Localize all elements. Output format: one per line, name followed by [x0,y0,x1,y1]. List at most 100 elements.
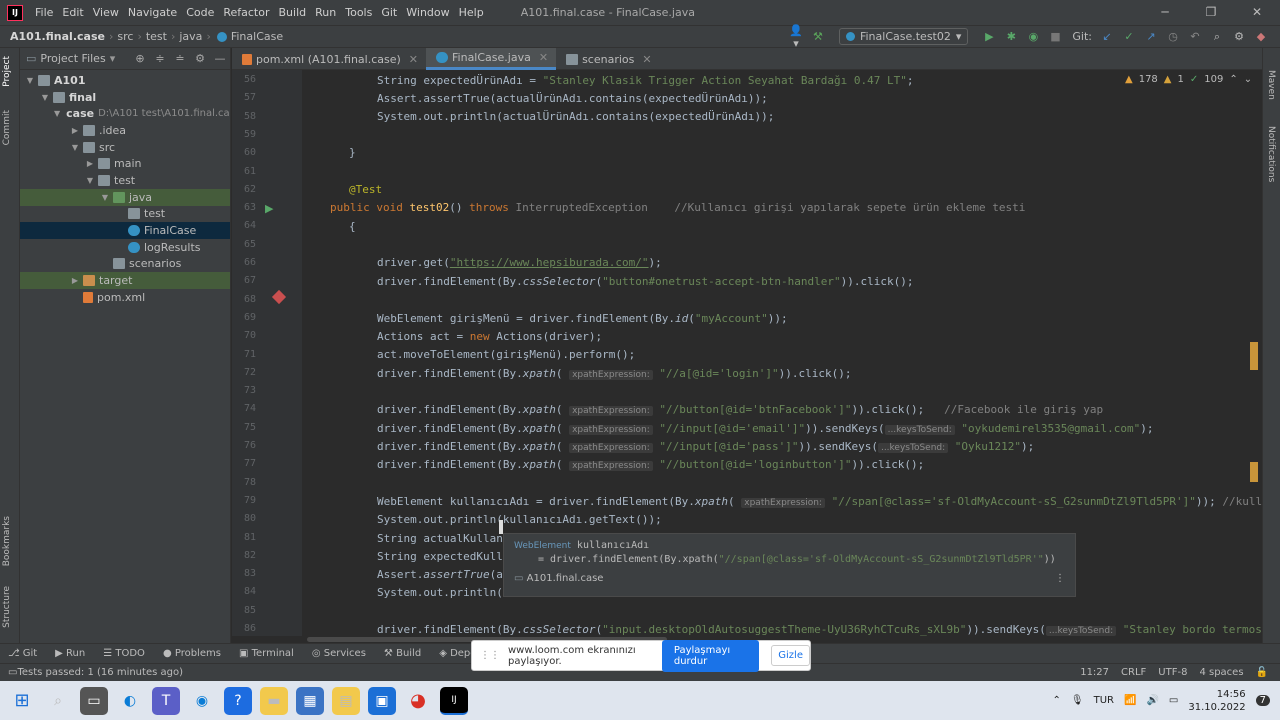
rollback-icon[interactable]: ↶ [1188,30,1202,43]
more-icon[interactable]: ⋮ [1055,572,1065,586]
tool-problems[interactable]: ● Problems [163,648,221,659]
notepad-icon[interactable]: ▤ [332,686,360,715]
battery-icon[interactable]: ▭ [1169,695,1178,706]
line-separator[interactable]: CRLF [1121,667,1146,678]
teams-icon[interactable]: T [152,686,180,715]
tree-item[interactable]: ▶ .idea [20,122,230,139]
menu-code[interactable]: Code [186,6,214,19]
hide-icon[interactable]: — [210,52,230,65]
tree-item[interactable]: scenarios [20,256,230,273]
chevron-right-icon[interactable]: ▶ [69,126,81,135]
menu-view[interactable]: View [93,6,119,19]
close-icon[interactable]: ✕ [642,53,651,66]
chevron-up-icon[interactable]: ⌃ [1053,695,1061,706]
tree-item[interactable]: test [20,206,230,223]
tree-item[interactable]: ▶ main [20,155,230,172]
file-explorer-icon[interactable]: ▬ [260,686,288,715]
tool-terminal[interactable]: ▣ Terminal [239,648,294,659]
chevron-down-icon[interactable]: ▾ [110,52,116,65]
chevron-down-icon[interactable]: ▼ [54,109,60,118]
lock-icon[interactable]: 🔓 [1256,667,1268,678]
indent-setting[interactable]: 4 spaces [1199,667,1243,678]
close-icon[interactable]: ✕ [409,53,418,66]
gear-icon[interactable]: ⚙ [190,52,210,65]
tree-item[interactable]: ▼ test [20,172,230,189]
expand-all-icon[interactable]: ≑ [150,52,170,65]
chevron-down-icon[interactable]: ▼ [24,76,36,85]
hide-button[interactable]: Gizle [771,645,810,666]
status-message[interactable]: Tests passed: 1 (16 minutes ago) [17,667,183,678]
breadcrumb-java[interactable]: java [179,30,202,43]
menu-file[interactable]: File [35,6,53,19]
breadcrumb-project[interactable]: A101.final.case [10,30,105,43]
calculator-icon[interactable]: ▦ [296,686,324,715]
menu-run[interactable]: Run [315,6,336,19]
scrollbar-warning-marker[interactable] [1250,342,1258,370]
menu-help[interactable]: Help [459,6,484,19]
stop-icon[interactable]: ■ [1048,30,1062,43]
wifi-icon[interactable]: 📶 [1124,695,1136,706]
tab-scenarios[interactable]: scenarios ✕ [556,48,660,70]
collapse-all-icon[interactable]: ≐ [170,52,190,65]
edge-icon[interactable]: ◐ [116,687,144,715]
tree-item[interactable]: ▼ java [20,188,230,206]
user-icon[interactable]: 👤▾ [789,24,803,50]
tree-item[interactable]: pom.xml [20,289,230,306]
gear-icon[interactable]: ⚙ [1232,30,1246,43]
debug-icon[interactable]: ✱ [1004,30,1018,43]
run-icon[interactable]: ▶ [982,30,996,43]
breadcrumb-src[interactable]: src [117,30,133,43]
maximize-button[interactable]: ❐ [1188,0,1234,25]
tree-item[interactable]: ▼ final [20,89,230,106]
tree-item[interactable]: FinalCase [20,222,230,239]
tool-services[interactable]: ◎ Services [312,648,366,659]
chevron-down-icon[interactable]: ▼ [99,193,111,202]
task-view-icon[interactable]: ▭ [80,686,108,715]
build-hammer-icon[interactable]: ⚒ [811,30,825,43]
git-push-icon[interactable]: ↗ [1144,30,1158,43]
run-config-select[interactable]: FinalCase.test02 ▾ [838,28,969,45]
notifications-tool-tab[interactable]: Notifications [1266,126,1276,182]
windows-start-icon[interactable]: ⊞ [8,687,36,715]
microphone-icon[interactable]: 🎙 [1071,695,1084,706]
tree-item[interactable]: ▼ case D:\A101 test\A101.final.case [20,105,230,122]
chevron-down-icon[interactable]: ▼ [84,176,96,185]
volume-icon[interactable]: 🔊 [1146,695,1158,706]
tool-todo[interactable]: ☰ TODO [103,648,145,659]
commit-tool-tab[interactable]: Commit [2,110,12,145]
run-test-gutter-icon[interactable]: ▶ [265,202,273,215]
chrome-icon[interactable]: ◕ [404,687,432,715]
search-icon[interactable]: ⌕ [44,687,72,715]
chevron-down-icon[interactable]: ▼ [39,93,51,102]
git-update-icon[interactable]: ↙ [1100,30,1114,43]
history-icon[interactable]: ◷ [1166,30,1180,43]
breadcrumb-test[interactable]: test [146,30,167,43]
menu-edit[interactable]: Edit [62,6,83,19]
drag-handle-icon[interactable]: ⋮⋮ [480,650,500,661]
locate-icon[interactable]: ⊕ [130,52,150,65]
browser-icon[interactable]: ◉ [188,687,216,715]
menu-window[interactable]: Window [406,6,449,19]
project-tool-tab[interactable]: Project [2,56,12,87]
search-icon[interactable]: ⌕ [1210,30,1224,44]
clock[interactable]: 14:56 31.10.2022 [1188,688,1245,714]
maven-tool-tab[interactable]: Maven [1266,70,1276,100]
chevron-down-icon[interactable]: ⌄ [1244,74,1252,85]
help-icon[interactable]: ? [224,686,252,715]
scrollbar-warning-marker[interactable] [1250,462,1258,482]
tab-pom-xml[interactable]: pom.xml (A101.final.case) ✕ [232,48,426,70]
breadcrumb-finalcase[interactable]: FinalCase [231,30,283,43]
intellij-taskbar-icon[interactable]: IJ [440,686,468,715]
store-icon[interactable]: ▣ [368,686,396,715]
structure-tool-tab[interactable]: Structure [2,586,12,628]
inspection-widget[interactable]: ▲ 178 ▲ 1 ✓ 109 ⌃ ⌄ [1125,74,1252,85]
file-encoding[interactable]: UTF-8 [1158,667,1187,678]
coverage-icon[interactable]: ◉ [1026,30,1040,43]
tree-item[interactable]: ▼ A101 [20,72,230,89]
bookmarks-tool-tab[interactable]: Bookmarks [2,516,12,566]
tool-build[interactable]: ⚒ Build [384,648,421,659]
git-commit-icon[interactable]: ✓ [1122,30,1136,43]
tree-item[interactable]: logResults [20,239,230,256]
project-view-select[interactable]: Project Files [40,52,105,65]
close-icon[interactable]: ✕ [539,51,548,64]
